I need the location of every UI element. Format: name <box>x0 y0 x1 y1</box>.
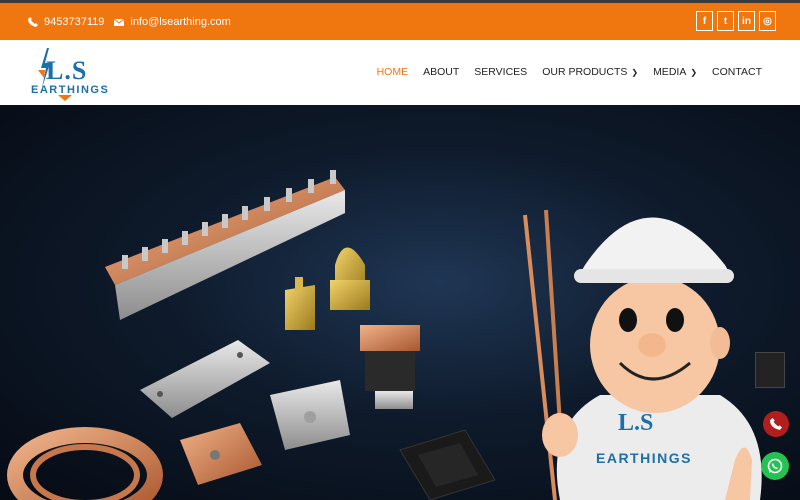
inspection-pit-product <box>399 429 496 500</box>
nav-home[interactable]: HOME <box>377 66 409 78</box>
steel-plate-product <box>140 340 270 418</box>
nav-about[interactable]: ABOUT <box>423 66 459 78</box>
copper-coil-product <box>7 427 163 500</box>
brass-clamp-product <box>285 247 370 330</box>
facebook-icon[interactable]: f <box>696 11 713 31</box>
whatsapp-icon <box>767 458 783 474</box>
shirt-logo-mark: L.S <box>618 410 654 436</box>
logo-mark: L.S <box>46 56 88 85</box>
chevron-down-icon: ❯ <box>690 67 698 77</box>
copper-square-clamp-product <box>180 423 262 485</box>
call-button[interactable] <box>763 411 789 437</box>
phone-contact[interactable]: 9453737119 <box>28 16 104 28</box>
main-nav: HOME ABOUT SERVICES OUR PRODUCTS ❯ MEDIA… <box>377 66 762 78</box>
phone-icon <box>28 16 38 27</box>
site-logo[interactable]: L.S EARTHINGS <box>28 46 108 101</box>
phone-icon <box>770 418 782 430</box>
mascot-shirt-logo: L.S EARTHINGS <box>596 410 706 480</box>
terminal-block-product <box>360 325 420 409</box>
nav-our-products-label: OUR PRODUCTS <box>542 66 628 78</box>
chevron-down-icon: ❯ <box>631 67 639 77</box>
social-links: f t in ◎ <box>696 11 776 31</box>
nav-media-label: MEDIA <box>653 66 687 78</box>
phone-number: 9453737119 <box>44 15 105 28</box>
hero-banner: L.S EARTHINGS <box>0 105 800 500</box>
site-header: L.S EARTHINGS HOME ABOUT SERVICES OUR PR… <box>0 40 800 105</box>
nav-media[interactable]: MEDIA ❯ <box>653 66 697 78</box>
logo-subtitle: EARTHINGS <box>31 84 110 96</box>
mail-icon <box>114 18 125 26</box>
twitter-icon[interactable]: t <box>717 11 734 31</box>
whatsapp-button[interactable] <box>761 452 789 480</box>
top-contact-bar: 9453737119 info@lsearthing.com f t in ◎ <box>0 0 800 40</box>
nav-our-products[interactable]: OUR PRODUCTS ❯ <box>542 66 638 78</box>
email-address: info@lsearthing.com <box>130 15 231 28</box>
email-contact[interactable]: info@lsearthing.com <box>114 15 231 28</box>
instagram-icon[interactable]: ◎ <box>759 11 776 31</box>
nav-services[interactable]: SERVICES <box>474 66 527 78</box>
shirt-logo-text: EARTHINGS <box>596 450 692 466</box>
nav-contact[interactable]: CONTACT <box>712 66 762 78</box>
cross-clamp-product <box>270 380 350 450</box>
product-thumbnail-widget[interactable] <box>755 352 785 388</box>
linkedin-icon[interactable]: in <box>738 11 755 31</box>
